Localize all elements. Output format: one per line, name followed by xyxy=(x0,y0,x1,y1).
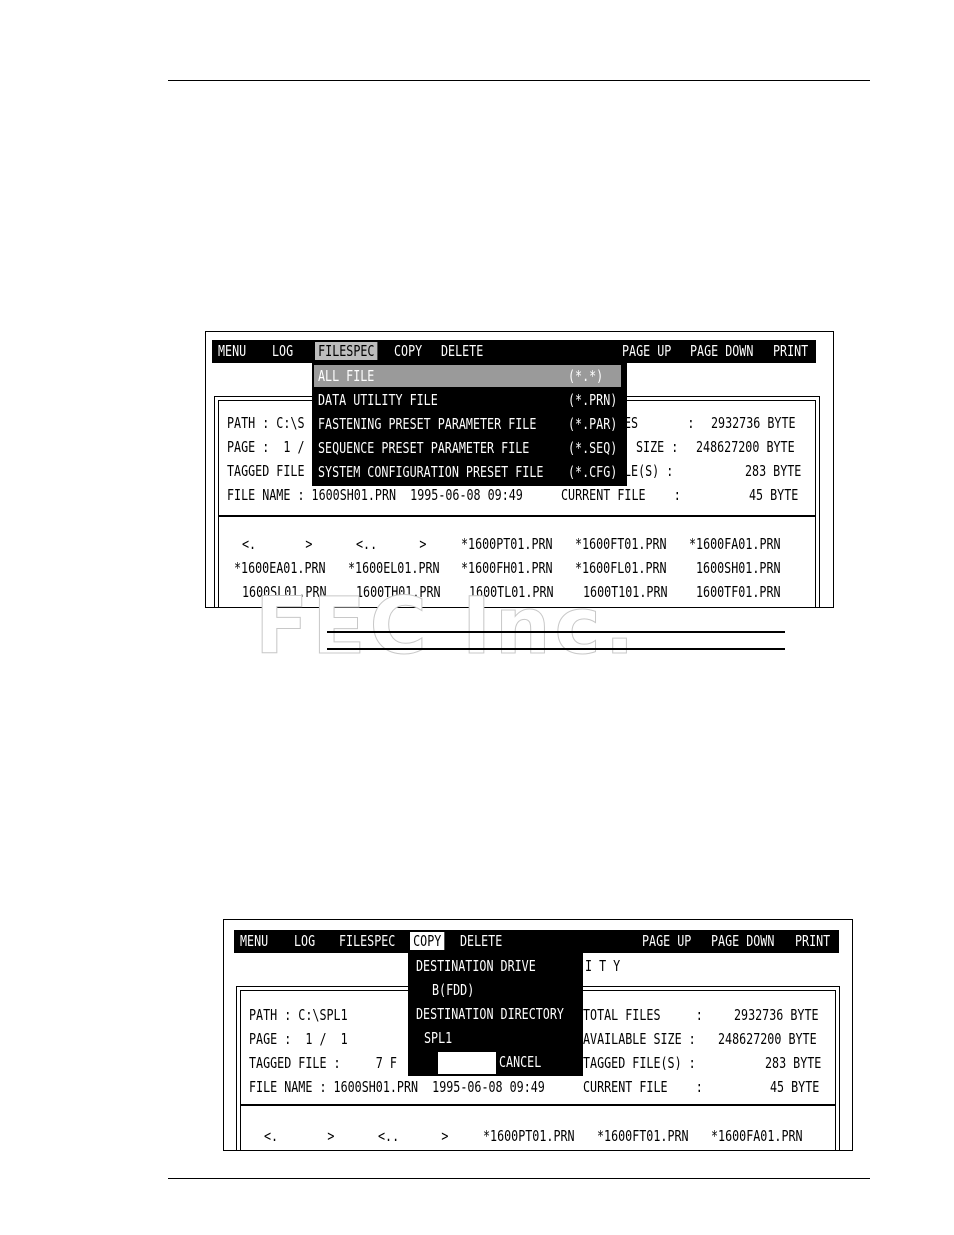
file-item[interactable]: *1600PT01.PRN xyxy=(483,1127,575,1145)
menu-item-copy[interactable]: COPY xyxy=(410,932,445,950)
file-item[interactable]: *1600FT01.PRN xyxy=(575,535,667,553)
total-files-value: 2932736 BYTE xyxy=(734,1006,819,1024)
available-size-value: 248627200 BYTE xyxy=(718,1030,817,1048)
dropdown-item-all-file[interactable]: ALL FILE xyxy=(318,367,374,385)
footer-rule xyxy=(168,1178,870,1179)
menu-item-print[interactable]: PRINT xyxy=(773,342,808,360)
destination-directory-value[interactable]: SPL1 xyxy=(424,1029,452,1047)
file-item[interactable]: *1600FA01.PRN xyxy=(711,1127,803,1145)
available-size-label: AVAILABLE SIZE : xyxy=(583,1030,696,1048)
menu-item-filespec[interactable]: FILESPEC xyxy=(315,342,378,360)
path-label: PATH : C:\SPL1 xyxy=(249,1006,348,1024)
menu-item-filespec[interactable]: FILESPEC xyxy=(339,932,395,950)
current-file-label: CURRENT FILE : xyxy=(583,1078,703,1096)
watermark-rule-top xyxy=(327,631,785,633)
destination-drive-value[interactable]: B(FDD) xyxy=(432,981,474,999)
file-item[interactable]: *1600PT01.PRN xyxy=(461,535,553,553)
available-size-label: SIZE : xyxy=(636,438,679,456)
total-files-value: 2932736 BYTE xyxy=(711,414,796,432)
file-item[interactable]: <.. > xyxy=(378,1127,448,1145)
file-item[interactable]: *1600FH01.PRN xyxy=(461,559,553,577)
watermark: FEC Inc. xyxy=(254,582,639,673)
menu-item-menu[interactable]: MENU xyxy=(218,342,246,360)
file-item[interactable]: <. > xyxy=(242,535,312,553)
dropdown-item-fastening-preset[interactable]: FASTENING PRESET PARAMETER FILE xyxy=(318,415,536,433)
total-files-label: ES : xyxy=(624,414,695,432)
available-size-value: 248627200 BYTE xyxy=(696,438,795,456)
copy-destination-dialog: DESTINATION DRIVE B(FDD) DESTINATION DIR… xyxy=(408,953,583,1076)
menu-item-page-down[interactable]: PAGE DOWN xyxy=(690,342,753,360)
file-item[interactable]: <. > xyxy=(264,1127,334,1145)
dropdown-item-data-utility-file[interactable]: DATA UTILITY FILE xyxy=(318,391,438,409)
menu-item-delete[interactable]: DELETE xyxy=(441,342,483,360)
ok-button[interactable] xyxy=(438,1052,496,1074)
tagged-files-value: 283 BYTE xyxy=(745,462,802,480)
tagged-file-label: TAGGED FILE xyxy=(227,462,305,480)
current-file-label: CURRENT FILE : xyxy=(561,486,681,504)
dropdown-item-system-config-preset[interactable]: SYSTEM CONFIGURATION PRESET FILE xyxy=(318,463,543,481)
file-name-label: FILE NAME : 1600SH01.PRN 1995-06-08 09:4… xyxy=(249,1078,545,1096)
menu-bar: MENU LOG FILESPEC COPY DELETE PAGE UP PA… xyxy=(212,340,816,363)
screenshot-filespec-menu: MENU LOG FILESPEC COPY DELETE PAGE UP PA… xyxy=(205,331,834,608)
file-item[interactable]: *1600FL01.PRN xyxy=(575,559,667,577)
dropdown-item-sequence-preset[interactable]: SEQUENCE PRESET PARAMETER FILE xyxy=(318,439,529,457)
dropdown-item-data-utility-file-ext: (*.PRN) xyxy=(568,391,618,409)
tagged-file-label: TAGGED FILE : 7 F xyxy=(249,1054,397,1072)
page-label: PAGE : 1 / 1 xyxy=(249,1030,348,1048)
file-item[interactable]: *1600EL01.PRN xyxy=(348,559,440,577)
path-label: PATH : C:\S xyxy=(227,414,305,432)
dropdown-item-all-file-ext: (*.*) xyxy=(568,367,604,385)
menu-item-page-up[interactable]: PAGE UP xyxy=(642,932,691,950)
menu-item-log[interactable]: LOG xyxy=(272,342,293,360)
watermark-rule-bottom xyxy=(327,648,785,650)
total-files-label: TOTAL FILES : xyxy=(583,1006,703,1024)
filespec-dropdown: ALL FILE (*.*) DATA UTILITY FILE (*.PRN)… xyxy=(312,363,627,486)
file-item[interactable]: *1600FA01.PRN xyxy=(689,535,781,553)
menu-item-copy[interactable]: COPY xyxy=(394,342,422,360)
menu-item-page-down[interactable]: PAGE DOWN xyxy=(711,932,774,950)
header-rule xyxy=(168,80,870,81)
file-item[interactable]: <.. > xyxy=(356,535,426,553)
file-name-label: FILE NAME : 1600SH01.PRN 1995-06-08 09:4… xyxy=(227,486,523,504)
menu-bar: MENU LOG FILESPEC COPY DELETE PAGE UP PA… xyxy=(234,930,839,953)
menu-item-page-up[interactable]: PAGE UP xyxy=(622,342,671,360)
file-item[interactable]: 1600TF01.PRN xyxy=(696,583,781,601)
page-label: PAGE : 1 / xyxy=(227,438,305,456)
menu-item-log[interactable]: LOG xyxy=(294,932,315,950)
tagged-files-label: LE(S) : xyxy=(624,462,674,480)
current-file-value: 45 BYTE xyxy=(749,486,799,504)
destination-directory-label: DESTINATION DIRECTORY xyxy=(416,1005,564,1023)
current-file-value: 45 BYTE xyxy=(770,1078,820,1096)
dropdown-item-system-config-preset-ext: (*.CFG) xyxy=(568,463,618,481)
tagged-files-label: TAGGED FILE(S) : xyxy=(583,1054,696,1072)
menu-item-menu[interactable]: MENU xyxy=(240,932,268,950)
menu-item-delete[interactable]: DELETE xyxy=(460,932,502,950)
title-fragment: I T Y xyxy=(585,957,621,975)
file-item[interactable]: 1600SH01.PRN xyxy=(696,559,781,577)
menu-item-print[interactable]: PRINT xyxy=(795,932,830,950)
dropdown-item-fastening-preset-ext: (*.PAR) xyxy=(568,415,618,433)
dropdown-item-sequence-preset-ext: (*.SEQ) xyxy=(568,439,618,457)
info-divider xyxy=(240,1104,836,1106)
file-item[interactable]: *1600FT01.PRN xyxy=(597,1127,689,1145)
screenshot-copy-dialog: MENU LOG FILESPEC COPY DELETE PAGE UP PA… xyxy=(223,919,853,1151)
info-divider xyxy=(218,515,816,517)
tagged-files-value: 283 BYTE xyxy=(765,1054,822,1072)
cancel-button[interactable]: CANCEL xyxy=(499,1053,541,1071)
destination-drive-label: DESTINATION DRIVE xyxy=(416,957,536,975)
file-item[interactable]: *1600EA01.PRN xyxy=(234,559,326,577)
